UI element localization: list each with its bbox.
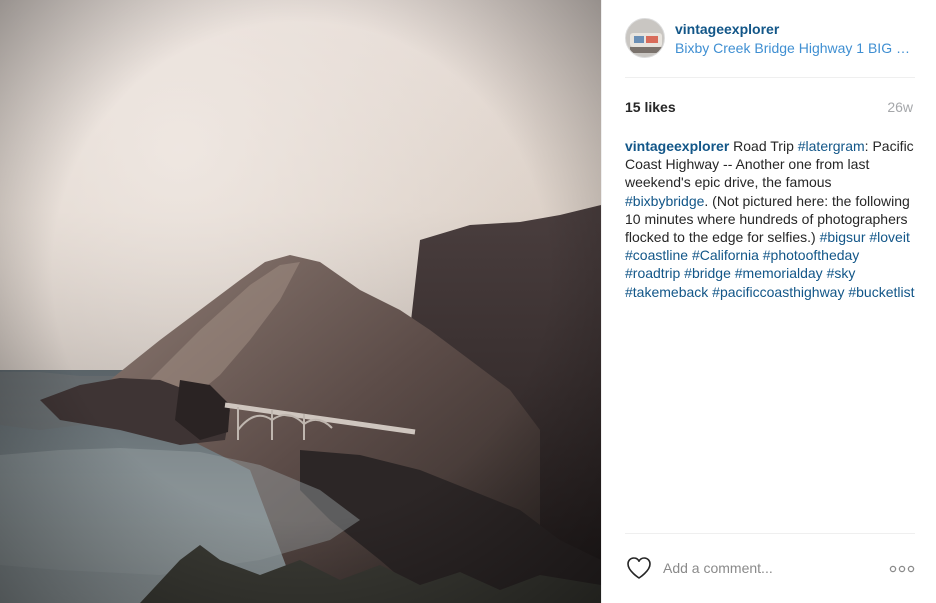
post-header: vintageexplorer Bixby Creek Bridge Highw…: [625, 18, 917, 78]
ellipsis-icon: [889, 565, 915, 573]
hashtag[interactable]: #takemeback: [625, 284, 708, 300]
hashtag[interactable]: #sky: [827, 265, 856, 281]
comment-input[interactable]: [663, 554, 873, 582]
post-caption: vintageexplorer Road Trip #latergram: Pa…: [625, 137, 917, 301]
post-details-panel: vintageexplorer Bixby Creek Bridge Highw…: [601, 0, 936, 603]
likes-row: 15 likes 26w: [625, 99, 915, 119]
caption-author[interactable]: vintageexplorer: [625, 138, 729, 154]
hashtag[interactable]: #bridge: [684, 265, 731, 281]
post-age[interactable]: 26w: [887, 99, 913, 115]
hashtag[interactable]: #pacificcoasthighway: [712, 284, 844, 300]
caption-text: Road Trip: [729, 138, 798, 154]
hashtag[interactable]: #bigsur: [820, 229, 866, 245]
post-photo[interactable]: [0, 0, 601, 603]
avatar-image: [626, 19, 664, 57]
more-options-button[interactable]: [889, 562, 915, 574]
hashtag-latergram[interactable]: #latergram: [798, 138, 865, 154]
avatar[interactable]: [625, 18, 665, 58]
coast-photo-image: [0, 0, 601, 603]
hashtag[interactable]: #memorialday: [735, 265, 823, 281]
post-username[interactable]: vintageexplorer: [675, 21, 779, 37]
heart-outline-icon: [627, 557, 651, 579]
hashtag[interactable]: #loveit: [869, 229, 909, 245]
post-location[interactable]: Bixby Creek Bridge Highway 1 BIG SUR CA: [675, 40, 917, 56]
hashtag-bixbybridge[interactable]: #bixbybridge: [625, 193, 704, 209]
hashtag[interactable]: #roadtrip: [625, 265, 680, 281]
hashtag[interactable]: #bucketlist: [848, 284, 914, 300]
hashtag[interactable]: #California: [692, 247, 759, 263]
post-footer: [625, 533, 915, 603]
likes-count[interactable]: 15 likes: [625, 99, 676, 115]
hashtag[interactable]: #photooftheday: [763, 247, 860, 263]
hashtag[interactable]: #coastline: [625, 247, 688, 263]
like-button[interactable]: [626, 556, 652, 580]
